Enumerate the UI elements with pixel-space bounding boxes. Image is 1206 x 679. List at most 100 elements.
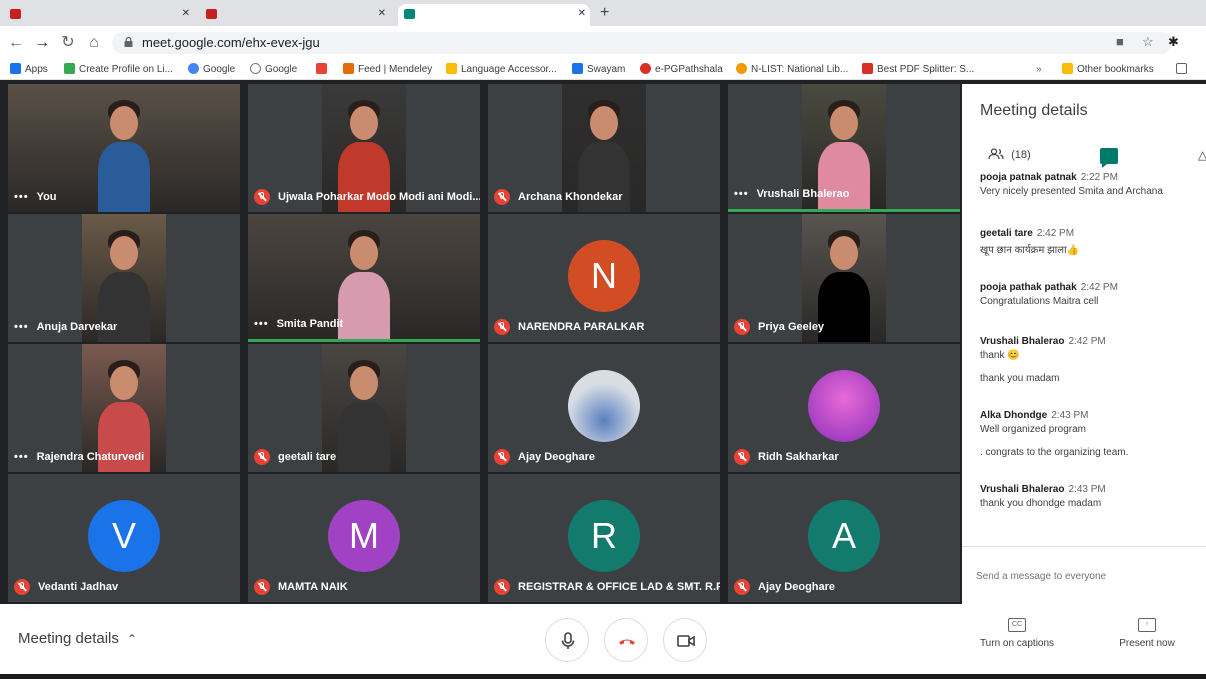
participant-nametag: MAMTA NAIK <box>254 578 348 596</box>
forward-icon[interactable]: → <box>32 33 52 53</box>
tab-meet[interactable]: ✕ <box>398 4 590 26</box>
more-options-icon[interactable]: ••• <box>14 191 29 203</box>
bookmark-label: e-PGPathshala <box>655 64 723 75</box>
participant-tile[interactable]: ••• Smita Pandit <box>248 214 480 342</box>
leave-call-button[interactable] <box>604 618 648 662</box>
participant-tile[interactable]: Archana Khondekar <box>488 84 720 212</box>
bookmark-label: Best PDF Splitter: S... <box>877 64 975 75</box>
star-icon[interactable]: ☆ <box>1142 34 1154 50</box>
chat-tab-icon[interactable] <box>1100 148 1118 168</box>
bookmark-apps[interactable]: Apps <box>10 63 48 77</box>
participant-tile[interactable]: Ridh Sakharkar <box>728 344 960 472</box>
bookmark-label: Language Accessor... <box>461 64 557 75</box>
reload-icon[interactable]: ↻ <box>58 33 78 53</box>
participant-name: REGISTRAR & OFFICE LAD & SMT. R.P... <box>518 581 720 593</box>
present-label: Present now <box>1119 638 1175 649</box>
participant-nametag: ••• You <box>14 188 57 206</box>
bookmark-mendeley[interactable]: Feed | Mendeley <box>343 63 432 77</box>
camera-indicator-icon[interactable]: ■ <box>1116 34 1124 49</box>
bookmark-epgpathshala[interactable]: e-PGPathshala <box>640 63 723 77</box>
new-tab-button[interactable]: + <box>600 4 609 22</box>
participant-nametag: ••• Vrushali Bhalerao <box>734 185 850 203</box>
participant-name: Ajay Deoghare <box>758 581 836 593</box>
participant-nametag: REGISTRAR & OFFICE LAD & SMT. R.P... <box>494 578 720 596</box>
activities-icon[interactable]: △ <box>1198 148 1206 162</box>
bottom-control-bar: Meeting details ⌃ CC Turn on captions ↑ P… <box>0 604 1206 674</box>
bookmark-site-icon <box>64 63 75 74</box>
chat-sender-line: pooja patnak patnak 2:22 PM <box>980 172 1196 183</box>
participant-tile[interactable]: Ujwala Poharkar Modo Modi ani Modi... <box>248 84 480 212</box>
present-now-button[interactable]: ↑ Present now <box>1102 618 1192 649</box>
participant-tile[interactable]: Ajay Deoghare <box>488 344 720 472</box>
meeting-details-toggle[interactable]: Meeting details ⌃ <box>18 630 137 647</box>
send-message-input[interactable] <box>976 571 1186 582</box>
chat-timestamp: 2:43 PM <box>1068 484 1106 495</box>
more-options-icon[interactable]: ••• <box>14 321 29 333</box>
tab-national-reading-day[interactable]: ✕ <box>200 4 390 26</box>
chat-message: Vrushali Bhalerao 2:43 PM thank you dhondg… <box>980 484 1196 509</box>
hang-up-icon <box>619 639 635 645</box>
participant-grid: ••• You Ujwala Poharkar Modo Modi ani Modi… <box>8 84 962 604</box>
chat-message: Alka Dhondge 2:43 PM Well organized progra… <box>980 410 1196 458</box>
reading-list-icon[interactable] <box>1176 63 1191 77</box>
extensions-icon[interactable]: ✱ <box>1168 34 1179 50</box>
bookmark-label: Swayam <box>587 64 626 75</box>
participant-name: Archana Khondekar <box>518 191 623 203</box>
bookmark-pdf-splitter[interactable]: Best PDF Splitter: S... <box>862 63 974 77</box>
reading-list-box <box>1176 63 1187 74</box>
more-options-icon[interactable]: ••• <box>14 451 29 463</box>
meeting-details-panel: Meeting details (18) △ pooja patnak patn… <box>962 84 1206 604</box>
captions-button[interactable]: CC Turn on captions <box>972 618 1062 649</box>
participant-tile[interactable]: M MAMTA NAIK <box>248 474 480 602</box>
participant-tile[interactable]: R REGISTRAR & OFFICE LAD & SMT. R.P... <box>488 474 720 602</box>
mic-button[interactable] <box>545 618 589 662</box>
close-icon[interactable]: ✕ <box>578 4 586 24</box>
bookmark-google-1[interactable]: Google <box>188 63 235 77</box>
omnibox[interactable]: meet.google.com/ehx-evex-jgu <box>112 32 1172 54</box>
participant-name: Smita Pandit <box>276 318 344 330</box>
bookmark-google-2[interactable]: Google <box>250 63 297 77</box>
participant-avatar: R <box>568 500 640 572</box>
bookmark-label: N-LIST: National Lib... <box>751 64 849 75</box>
chat-timestamp: 2:42 PM <box>1080 282 1118 293</box>
bookmarks-overflow-chevron[interactable]: » <box>1036 63 1042 77</box>
tab-inbox[interactable]: ✕ <box>4 4 194 26</box>
bookmark-gmail[interactable] <box>316 63 331 77</box>
participant-nametag: ••• Anuja Darvekar <box>14 318 117 336</box>
back-icon[interactable]: ← <box>6 33 26 53</box>
participant-figure <box>338 360 390 472</box>
people-tab[interactable]: (18) <box>988 148 1031 161</box>
bookmark-language-accessor[interactable]: Language Accessor... <box>446 63 557 77</box>
bookmark-label: Other bookmarks <box>1077 64 1154 75</box>
bookmark-swayam[interactable]: Swayam <box>572 63 625 77</box>
participant-tile[interactable]: ••• Rajendra Chaturvedi <box>8 344 240 472</box>
participant-tile[interactable]: N NARENDRA PARALKAR <box>488 214 720 342</box>
gmail-icon <box>316 63 327 74</box>
send-message-area <box>962 546 1206 604</box>
close-icon[interactable]: ✕ <box>378 4 386 24</box>
participant-tile[interactable]: ••• You <box>8 84 240 212</box>
participant-tile[interactable]: A Ajay Deoghare <box>728 474 960 602</box>
microphone-icon <box>561 632 575 649</box>
video-camera-icon <box>677 635 695 647</box>
chat-text: Congratulations Maitra cell <box>980 296 1099 307</box>
participant-figure <box>818 230 870 342</box>
bookmark-nlist[interactable]: N-LIST: National Lib... <box>736 63 848 77</box>
close-icon[interactable]: ✕ <box>182 4 190 24</box>
url-text: meet.google.com/ehx-evex-jgu <box>142 35 320 50</box>
participant-photo <box>808 370 880 442</box>
camera-button[interactable] <box>663 618 707 662</box>
participant-nametag: Ujwala Poharkar Modo Modi ani Modi... <box>254 188 480 206</box>
participant-tile[interactable]: ••• Vrushali Bhalerao <box>728 84 960 212</box>
participant-tile[interactable]: ••• Anuja Darvekar <box>8 214 240 342</box>
bookmark-other[interactable]: Other bookmarks <box>1062 63 1154 77</box>
home-icon[interactable]: ⌂ <box>84 33 104 53</box>
meet-icon <box>404 9 415 19</box>
bookmark-create-profile[interactable]: Create Profile on Li... <box>64 63 173 77</box>
chat-message: pooja pathak pathak 2:42 PM Congratulation… <box>980 282 1196 307</box>
participant-tile[interactable]: geetali tare <box>248 344 480 472</box>
more-options-icon[interactable]: ••• <box>734 188 749 200</box>
participant-tile[interactable]: Priya Geeley <box>728 214 960 342</box>
more-options-icon[interactable]: ••• <box>254 318 269 330</box>
participant-tile[interactable]: V Vedanti Jadhav <box>8 474 240 602</box>
